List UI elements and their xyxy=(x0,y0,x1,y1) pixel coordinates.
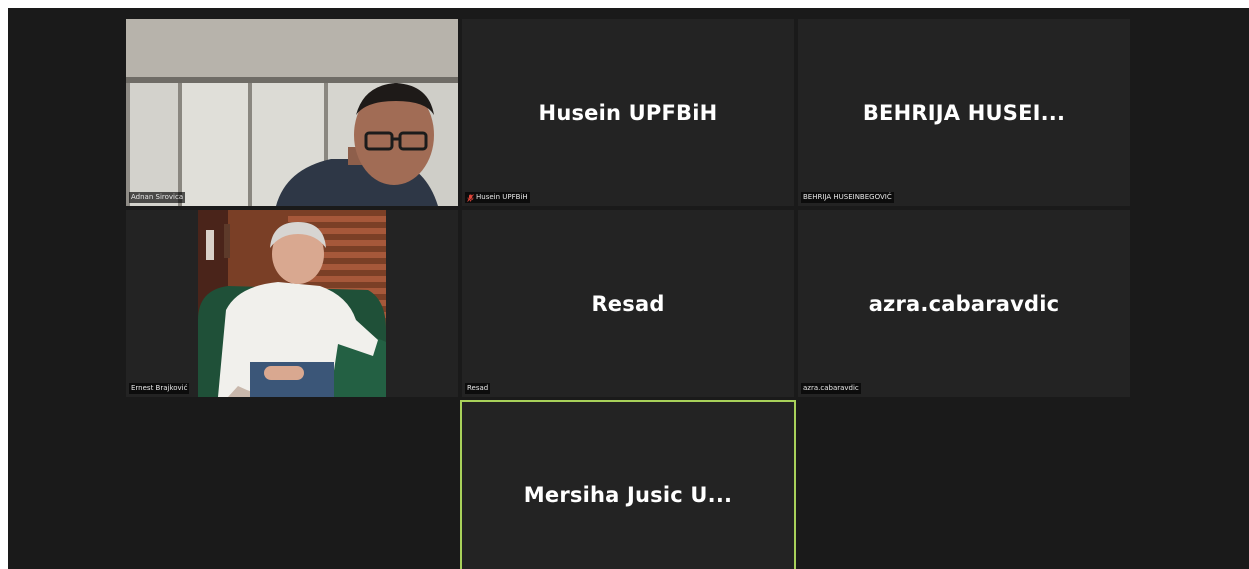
meeting-gallery-view: Adnan Sirovica Husein UPFBiH Husein UPFB… xyxy=(8,8,1249,569)
participant-tile-azra[interactable]: azra.cabaravdic azra.cabaravdic xyxy=(798,210,1130,397)
participant-tile-mersiha-active-speaker[interactable]: Mersiha Jusic U... xyxy=(460,400,796,569)
participant-name-label: Husein UPFBiH xyxy=(465,192,530,203)
participant-display-name: BEHRIJA HUSEI... xyxy=(862,100,1066,125)
participant-name-label: azra.cabaravdic xyxy=(801,383,861,394)
participant-name-label: Resad xyxy=(465,383,491,394)
participant-tile-ernest[interactable]: Ernest Brajković xyxy=(126,210,458,397)
participant-tile-behrija[interactable]: BEHRIJA HUSEI... BEHRIJA HUSEINBEGOVIĆ xyxy=(798,19,1130,206)
participant-display-name: Resad xyxy=(591,291,665,316)
participant-name-label: BEHRIJA HUSEINBEGOVIĆ xyxy=(801,192,894,203)
participant-display-name: azra.cabaravdic xyxy=(868,291,1060,316)
participant-tile-adnan[interactable]: Adnan Sirovica xyxy=(126,19,458,206)
participant-tile-resad[interactable]: Resad Resad xyxy=(462,210,794,397)
participant-display-name: Husein UPFBiH xyxy=(538,100,718,125)
mic-muted-icon xyxy=(467,193,474,202)
participant-name-label: Adnan Sirovica xyxy=(129,192,186,203)
participant-video xyxy=(198,210,386,397)
participant-display-name: Mersiha Jusic U... xyxy=(523,483,733,507)
participant-video xyxy=(126,19,458,206)
participant-tile-husein[interactable]: Husein UPFBiH Husein UPFBiH xyxy=(462,19,794,206)
participant-name-label: Ernest Brajković xyxy=(129,383,190,394)
